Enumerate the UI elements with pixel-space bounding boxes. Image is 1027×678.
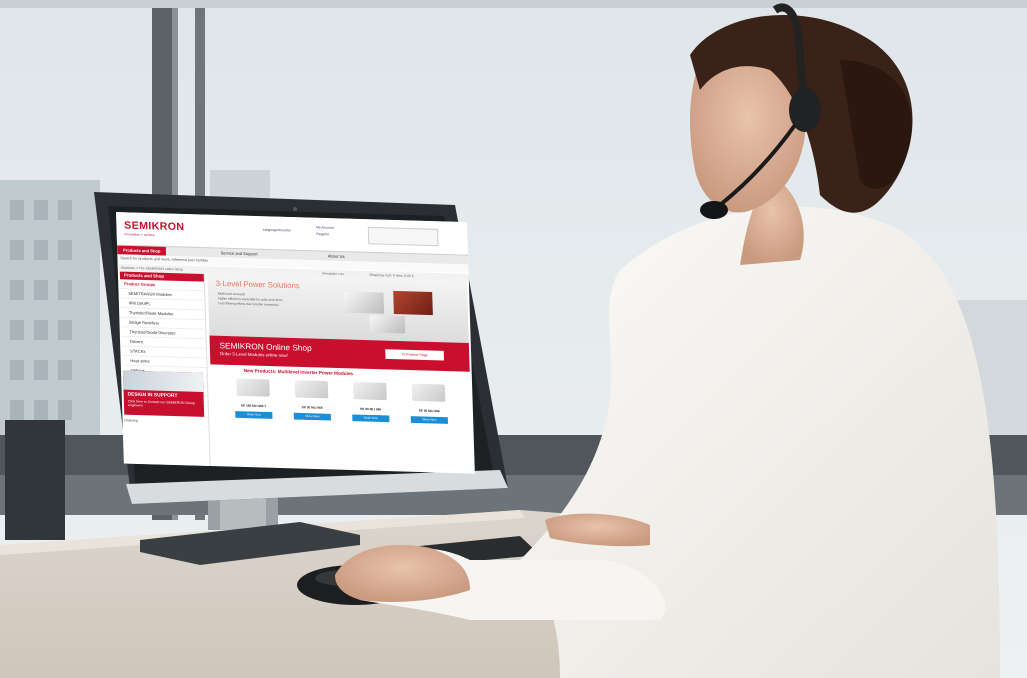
register-link[interactable]: Register xyxy=(316,232,329,236)
main-content: 3-Level Power Solutions Multi-level conc… xyxy=(207,274,473,473)
hero-banner[interactable]: 3-Level Power Solutions Multi-level conc… xyxy=(207,274,469,343)
product-image xyxy=(236,378,270,397)
banner-title: 3-Level Power Solutions xyxy=(215,279,300,291)
order-button[interactable]: Order Now xyxy=(352,414,390,423)
banner-bullet: Less filtering efforts due to better har… xyxy=(218,301,279,307)
account-link[interactable]: My Account xyxy=(316,225,334,229)
product-card[interactable]: SK 50 MLI 066 Order Now xyxy=(345,380,396,439)
product-card[interactable]: SK 30 MLI 066 Order Now xyxy=(287,378,338,437)
design-in-support-banner[interactable]: DESIGN IN SUPPORT Click here to Contact … xyxy=(122,370,205,417)
order-button[interactable]: Order Now xyxy=(293,412,331,421)
product-card[interactable]: SK 150 MLI 066 T Order Now xyxy=(228,376,279,435)
module-image xyxy=(344,291,385,314)
online-shop-promo[interactable]: SEMIKRON Online Shop Order 3-Level Modul… xyxy=(209,335,470,372)
product-code: SK 30 MLI 066 xyxy=(301,405,323,410)
promo-subtitle: Order 3-Level Modules online now! xyxy=(219,351,288,358)
product-code: SK 50 MLI 066 xyxy=(360,406,382,412)
photo-scene: SEMIKRON innovation + service Language/C… xyxy=(0,0,1027,678)
product-search-label: Search for products and news, reference … xyxy=(120,256,209,263)
product-card[interactable]: SK 20 MLI 066 Order Now xyxy=(404,381,455,440)
product-carousel: SK 150 MLI 066 T Order Now SK 30 MLI 066… xyxy=(220,376,466,441)
header-search-box[interactable] xyxy=(367,226,439,247)
sidebar: Products and Shop Product Groups SEMITRA… xyxy=(119,271,211,467)
breadcrumb-text[interactable]: Startseite > The SEMIKRON online Shop xyxy=(121,266,183,272)
support-text: Click here to Contact our SEMIKRON Group… xyxy=(127,399,195,408)
product-code: SK 150 MLI 066 T xyxy=(240,403,267,409)
module-image xyxy=(369,315,406,334)
support-title: DESIGN IN SUPPORT xyxy=(127,391,178,399)
product-code: SK 20 MLI 066 xyxy=(418,408,440,414)
sidebar-footer[interactable]: Ordering xyxy=(124,418,137,422)
order-button[interactable]: Order Now xyxy=(235,411,273,419)
product-image xyxy=(353,381,387,401)
support-photo xyxy=(122,370,204,392)
logo-tagline: innovation + service xyxy=(124,232,155,238)
product-image xyxy=(294,380,329,399)
to-product-page-button[interactable]: To Product Page xyxy=(385,349,445,361)
module-image xyxy=(393,290,433,316)
semikron-logo[interactable]: SEMIKRON xyxy=(124,220,185,233)
language-link[interactable]: Language/Country xyxy=(263,228,291,233)
product-image xyxy=(411,383,446,402)
monitor-screen: SEMIKRON innovation + service Language/C… xyxy=(116,212,475,474)
order-button[interactable]: Order Now xyxy=(410,416,448,424)
